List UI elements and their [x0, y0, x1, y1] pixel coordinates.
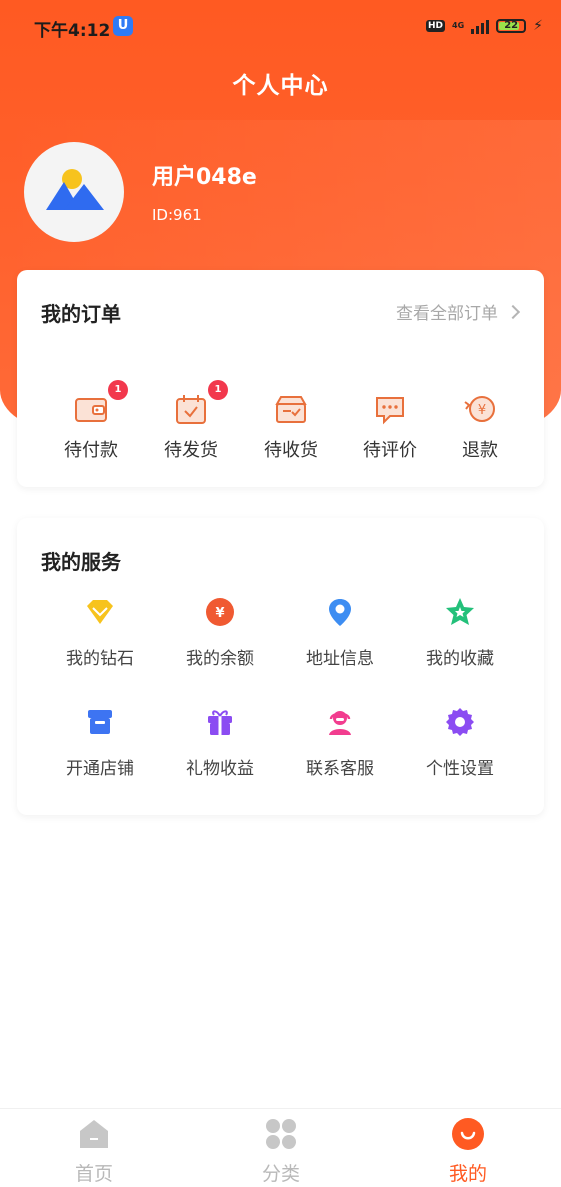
- charging-icon: ⚡: [533, 18, 543, 34]
- tab-mine[interactable]: 我的: [408, 1117, 528, 1186]
- username: 用户048e: [152, 165, 257, 190]
- avatar[interactable]: [24, 142, 124, 242]
- box-icon: [275, 396, 307, 423]
- status-bar: 下午4:12 U HD 4G 22 ⚡: [0, 0, 561, 56]
- bottom-tab-bar: 首页 分类 我的: [0, 1108, 561, 1187]
- service-label: 开通店铺: [66, 759, 134, 779]
- services-title: 我的服务: [41, 550, 121, 574]
- order-label: 退款: [462, 440, 498, 461]
- svg-text:¥: ¥: [215, 606, 224, 621]
- service-gift-earnings[interactable]: 礼物收益: [160, 706, 280, 779]
- order-label: 待收货: [264, 440, 318, 461]
- order-badge: 1: [108, 380, 128, 400]
- gift-icon: [208, 710, 232, 735]
- order-label: 待付款: [64, 440, 118, 461]
- service-open-store[interactable]: 开通店铺: [40, 706, 160, 779]
- services-card: 我的服务 我的钻石 ¥ 我的余额 地址信息 我的收藏 开通店铺 礼物收益 联系客…: [17, 518, 544, 815]
- battery-icon: 22: [496, 19, 527, 33]
- service-personal-settings[interactable]: 个性设置: [400, 706, 520, 779]
- yen-coin-icon: ¥: [206, 598, 234, 626]
- status-indicators: HD 4G 22 ⚡: [426, 18, 543, 34]
- battery-level: 22: [504, 20, 519, 31]
- orders-card: 我的订单 查看全部订单 1 待付款 1 待发货 待收货 待评价 ¥ 退款: [17, 270, 544, 487]
- location-pin-icon: [329, 599, 351, 626]
- service-label: 礼物收益: [186, 759, 254, 779]
- service-diamonds[interactable]: 我的钻石: [40, 596, 160, 669]
- category-icon: [266, 1119, 296, 1149]
- order-label: 待评价: [363, 440, 417, 461]
- tab-home[interactable]: 首页: [34, 1117, 154, 1186]
- status-time: 下午4:12: [34, 21, 111, 41]
- headset-icon: [329, 711, 351, 735]
- comment-icon: [376, 397, 404, 425]
- network-type: 4G: [452, 21, 465, 30]
- view-all-orders-link[interactable]: 查看全部订单: [396, 299, 521, 324]
- view-all-orders-label: 查看全部订单: [396, 304, 498, 324]
- tab-label: 首页: [74, 1163, 113, 1185]
- service-label: 地址信息: [306, 649, 374, 669]
- wallet-icon: [75, 398, 107, 422]
- profile-smile-icon: [452, 1118, 484, 1150]
- gear-icon: [446, 708, 474, 736]
- hd-icon: HD: [426, 20, 446, 32]
- tab-label: 分类: [261, 1163, 300, 1185]
- service-label: 我的收藏: [426, 649, 494, 669]
- order-pending-receipt[interactable]: 待收货: [241, 392, 341, 462]
- order-badge: 1: [208, 380, 228, 400]
- order-pending-payment[interactable]: 1 待付款: [41, 380, 141, 462]
- service-label: 联系客服: [306, 759, 374, 779]
- mountain-image-icon: [46, 169, 104, 210]
- diamond-icon: [87, 600, 113, 624]
- service-label: 我的余额: [186, 649, 254, 669]
- service-address[interactable]: 地址信息: [280, 596, 400, 669]
- refund-icon: ¥: [464, 396, 495, 422]
- service-balance[interactable]: ¥ 我的余额: [160, 596, 280, 669]
- home-icon: [80, 1120, 108, 1148]
- orders-title: 我的订单: [41, 302, 121, 326]
- order-refund[interactable]: ¥ 退款: [430, 392, 530, 462]
- page-title: 个人中心: [232, 73, 329, 99]
- tab-label: 我的: [448, 1163, 487, 1185]
- user-id: ID:961: [152, 206, 202, 224]
- svg-text:¥: ¥: [478, 403, 486, 418]
- chevron-right-icon: [505, 304, 521, 320]
- order-pending-shipment[interactable]: 1 待发货: [141, 380, 241, 462]
- tab-category[interactable]: 分类: [221, 1117, 341, 1186]
- service-label: 个性设置: [426, 759, 494, 779]
- calendar-check-icon: [176, 395, 206, 424]
- app-notification-icon: U: [113, 16, 133, 36]
- service-favorites[interactable]: 我的收藏: [400, 596, 520, 669]
- order-pending-review[interactable]: 待评价: [340, 392, 440, 462]
- star-icon: [446, 598, 474, 625]
- service-label: 我的钻石: [66, 649, 134, 669]
- store-icon: [88, 710, 112, 734]
- order-label: 待发货: [164, 440, 218, 461]
- signal-icon: [471, 18, 490, 34]
- service-customer-support[interactable]: 联系客服: [280, 706, 400, 779]
